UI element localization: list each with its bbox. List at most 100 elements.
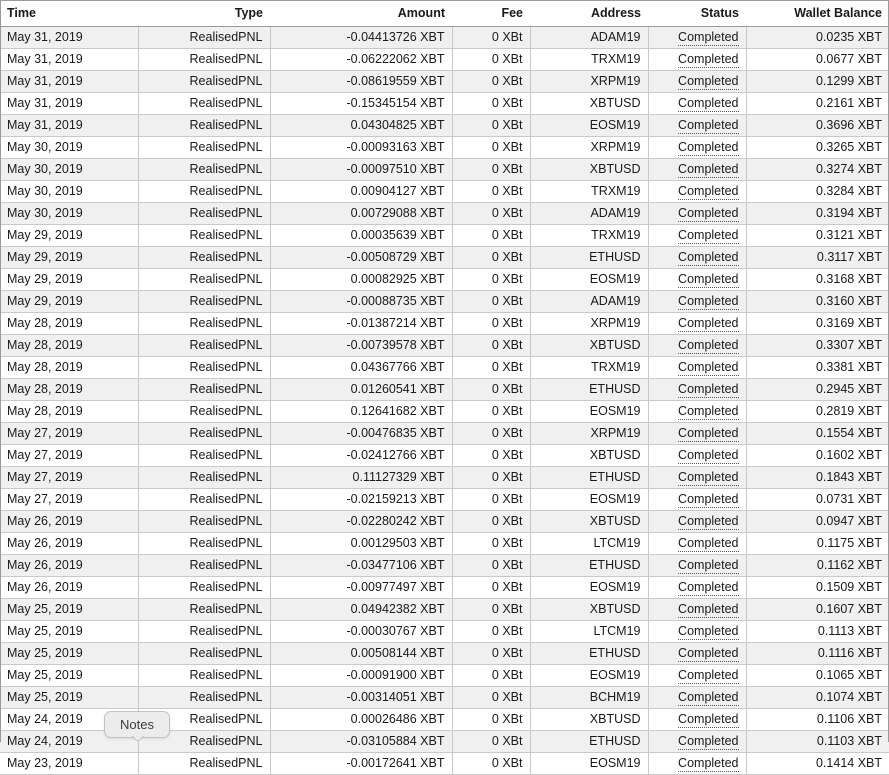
table-row[interactable]: May 25, 2019RealisedPNL-0.00091900 XBT0 …: [0, 665, 889, 687]
cell-time: May 26, 2019: [0, 511, 138, 533]
status-badge[interactable]: Completed: [678, 96, 738, 112]
column-header-amount[interactable]: Amount: [270, 1, 452, 27]
cell-fee: 0 XBt: [452, 115, 530, 137]
table-row[interactable]: May 31, 2019RealisedPNL-0.15345154 XBT0 …: [0, 93, 889, 115]
cell-fee: 0 XBt: [452, 203, 530, 225]
status-badge[interactable]: Completed: [678, 712, 738, 728]
cell-time: May 28, 2019: [0, 313, 138, 335]
table-row[interactable]: May 27, 2019RealisedPNL-0.02412766 XBT0 …: [0, 445, 889, 467]
cell-fee: 0 XBt: [452, 621, 530, 643]
cell-status: Completed: [648, 555, 746, 577]
table-row[interactable]: May 29, 2019RealisedPNL-0.00508729 XBT0 …: [0, 247, 889, 269]
cell-type: RealisedPNL: [138, 203, 270, 225]
table-row[interactable]: May 28, 2019RealisedPNL-0.01387214 XBT0 …: [0, 313, 889, 335]
cell-amount: -0.02159213 XBT: [270, 489, 452, 511]
status-badge[interactable]: Completed: [678, 514, 738, 530]
table-row[interactable]: May 30, 2019RealisedPNL-0.00093163 XBT0 …: [0, 137, 889, 159]
status-badge[interactable]: Completed: [678, 206, 738, 222]
status-badge[interactable]: Completed: [678, 316, 738, 332]
cell-time: May 26, 2019: [0, 555, 138, 577]
status-badge[interactable]: Completed: [678, 558, 738, 574]
table-row[interactable]: May 28, 2019RealisedPNL0.01260541 XBT0 X…: [0, 379, 889, 401]
status-badge[interactable]: Completed: [678, 624, 738, 640]
status-badge[interactable]: Completed: [678, 470, 738, 486]
column-header-address[interactable]: Address: [530, 1, 648, 27]
cell-amount: 0.00082925 XBT: [270, 269, 452, 291]
table-row[interactable]: May 28, 2019RealisedPNL0.04367766 XBT0 X…: [0, 357, 889, 379]
table-row[interactable]: May 29, 2019RealisedPNL0.00082925 XBT0 X…: [0, 269, 889, 291]
table-row[interactable]: May 26, 2019RealisedPNL-0.03477106 XBT0 …: [0, 555, 889, 577]
status-badge[interactable]: Completed: [678, 228, 738, 244]
table-row[interactable]: May 30, 2019RealisedPNL0.00729088 XBT0 X…: [0, 203, 889, 225]
status-badge[interactable]: Completed: [678, 294, 738, 310]
status-badge[interactable]: Completed: [678, 74, 738, 90]
status-badge[interactable]: Completed: [678, 118, 738, 134]
table-row[interactable]: May 25, 2019RealisedPNL-0.00030767 XBT0 …: [0, 621, 889, 643]
status-badge[interactable]: Completed: [678, 404, 738, 420]
cell-type: RealisedPNL: [138, 665, 270, 687]
table-row[interactable]: May 30, 2019RealisedPNL0.00904127 XBT0 X…: [0, 181, 889, 203]
table-row[interactable]: May 25, 2019RealisedPNL0.04942382 XBT0 X…: [0, 599, 889, 621]
column-header-status[interactable]: Status: [648, 1, 746, 27]
table-row[interactable]: May 26, 2019RealisedPNL-0.00977497 XBT0 …: [0, 577, 889, 599]
table-row[interactable]: May 28, 2019RealisedPNL0.12641682 XBT0 X…: [0, 401, 889, 423]
status-badge[interactable]: Completed: [678, 448, 738, 464]
cell-wallet: 0.2819 XBT: [746, 401, 889, 423]
table-row[interactable]: May 27, 2019RealisedPNL-0.02159213 XBT0 …: [0, 489, 889, 511]
cell-time: May 27, 2019: [0, 445, 138, 467]
table-row[interactable]: May 31, 2019RealisedPNL-0.04413726 XBT0 …: [0, 27, 889, 49]
status-badge[interactable]: Completed: [678, 250, 738, 266]
status-badge[interactable]: Completed: [678, 52, 738, 68]
cell-status: Completed: [648, 49, 746, 71]
column-header-type[interactable]: Type: [138, 1, 270, 27]
cell-address: TRXM19: [530, 181, 648, 203]
cell-amount: -0.00508729 XBT: [270, 247, 452, 269]
notes-tooltip[interactable]: Notes: [104, 711, 170, 738]
cell-address: ETHUSD: [530, 247, 648, 269]
status-badge[interactable]: Completed: [678, 668, 738, 684]
table-row[interactable]: May 27, 2019RealisedPNL0.11127329 XBT0 X…: [0, 467, 889, 489]
status-badge[interactable]: Completed: [678, 536, 738, 552]
status-badge[interactable]: Completed: [678, 360, 738, 376]
cell-amount: -0.04413726 XBT: [270, 27, 452, 49]
table-row[interactable]: May 28, 2019RealisedPNL-0.00739578 XBT0 …: [0, 335, 889, 357]
status-badge[interactable]: Completed: [678, 184, 738, 200]
column-header-time[interactable]: Time: [0, 1, 138, 27]
table-row[interactable]: May 29, 2019RealisedPNL0.00035639 XBT0 X…: [0, 225, 889, 247]
table-row[interactable]: May 23, 2019RealisedPNL-0.00172641 XBT0 …: [0, 753, 889, 775]
cell-wallet: 0.3160 XBT: [746, 291, 889, 313]
status-badge[interactable]: Completed: [678, 580, 738, 596]
column-header-fee[interactable]: Fee: [452, 1, 530, 27]
status-badge[interactable]: Completed: [678, 602, 738, 618]
status-badge[interactable]: Completed: [678, 30, 738, 46]
table-row[interactable]: May 29, 2019RealisedPNL-0.00088735 XBT0 …: [0, 291, 889, 313]
table-row[interactable]: May 27, 2019RealisedPNL-0.00476835 XBT0 …: [0, 423, 889, 445]
status-badge[interactable]: Completed: [678, 272, 738, 288]
status-badge[interactable]: Completed: [678, 690, 738, 706]
status-badge[interactable]: Completed: [678, 756, 738, 772]
status-badge[interactable]: Completed: [678, 646, 738, 662]
cell-address: XRPM19: [530, 313, 648, 335]
cell-fee: 0 XBt: [452, 225, 530, 247]
table-row[interactable]: May 26, 2019RealisedPNL0.00129503 XBT0 X…: [0, 533, 889, 555]
cell-address: XBTUSD: [530, 159, 648, 181]
table-row[interactable]: May 30, 2019RealisedPNL-0.00097510 XBT0 …: [0, 159, 889, 181]
status-badge[interactable]: Completed: [678, 162, 738, 178]
cell-address: ETHUSD: [530, 467, 648, 489]
cell-wallet: 0.3168 XBT: [746, 269, 889, 291]
status-badge[interactable]: Completed: [678, 734, 738, 750]
table-row[interactable]: May 31, 2019RealisedPNL0.04304825 XBT0 X…: [0, 115, 889, 137]
table-row[interactable]: May 25, 2019RealisedPNL-0.00314051 XBT0 …: [0, 687, 889, 709]
status-badge[interactable]: Completed: [678, 426, 738, 442]
status-badge[interactable]: Completed: [678, 382, 738, 398]
column-header-wallet[interactable]: Wallet Balance: [746, 1, 889, 27]
table-row[interactable]: May 31, 2019RealisedPNL-0.08619559 XBT0 …: [0, 71, 889, 93]
status-badge[interactable]: Completed: [678, 492, 738, 508]
status-badge[interactable]: Completed: [678, 338, 738, 354]
cell-wallet: 0.3265 XBT: [746, 137, 889, 159]
table-row[interactable]: May 25, 2019RealisedPNL0.00508144 XBT0 X…: [0, 643, 889, 665]
status-badge[interactable]: Completed: [678, 140, 738, 156]
table-row[interactable]: May 26, 2019RealisedPNL-0.02280242 XBT0 …: [0, 511, 889, 533]
cell-address: XBTUSD: [530, 335, 648, 357]
table-row[interactable]: May 31, 2019RealisedPNL-0.06222062 XBT0 …: [0, 49, 889, 71]
